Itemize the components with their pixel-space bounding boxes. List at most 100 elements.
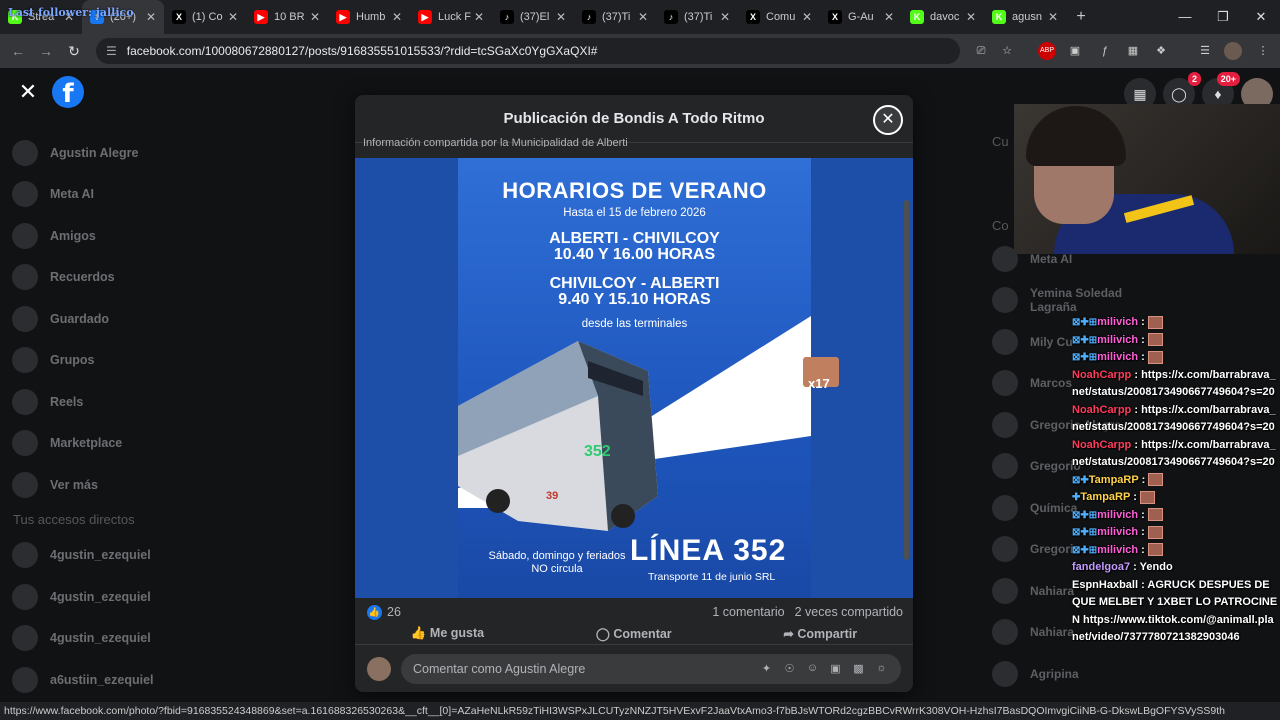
avatar bbox=[992, 370, 1018, 397]
comment-composer: Comentar como Agustin Alegre ✦ ☉ ☺ ▣ ▩ ☼ bbox=[355, 644, 913, 692]
tab-close-icon[interactable]: ✕ bbox=[718, 10, 732, 24]
tab-close-icon[interactable]: ✕ bbox=[636, 10, 650, 24]
sidebar-item[interactable]: Guardado bbox=[12, 298, 312, 340]
sidebar-item[interactable]: Recuerdos bbox=[12, 257, 312, 299]
contact-item[interactable]: Agripina bbox=[992, 653, 1162, 695]
bookmark-star-icon[interactable]: ☆ bbox=[998, 42, 1016, 60]
sidebar-item[interactable]: Meta AI bbox=[12, 174, 312, 216]
chat-text: : bbox=[1141, 333, 1145, 346]
facebook-logo[interactable]: f bbox=[52, 76, 84, 109]
browser-tab[interactable]: ♪ (37)Ti ✕ bbox=[656, 0, 738, 34]
site-info-icon[interactable]: ☰ bbox=[106, 44, 117, 58]
tab-close-icon[interactable]: ✕ bbox=[964, 10, 978, 24]
reaction-count[interactable]: 26 bbox=[387, 605, 401, 619]
chat-emote-icon bbox=[1147, 543, 1163, 557]
adblock-icon[interactable]: ABP bbox=[1038, 42, 1056, 60]
sidebar-item-icon bbox=[12, 139, 38, 166]
avatar bbox=[992, 328, 1018, 355]
avatar bbox=[12, 625, 38, 652]
chat-message: ⊠✚⊞milivich : bbox=[1072, 349, 1280, 367]
forward-button[interactable]: → bbox=[32, 43, 60, 59]
comment-input[interactable]: Comentar como Agustin Alegre ✦ ☉ ☺ ▣ ▩ ☼ bbox=[401, 653, 901, 684]
install-icon[interactable]: ⎚ bbox=[972, 42, 990, 60]
contact-name: Mily Cu bbox=[1030, 334, 1073, 349]
sticker-icon[interactable]: ☼ bbox=[870, 662, 893, 675]
shortcut-item[interactable]: 4gustin_ezequiel bbox=[12, 535, 312, 577]
sidebar-item-icon bbox=[12, 347, 38, 374]
close-window-button[interactable]: ✕ bbox=[1242, 0, 1280, 34]
tab-label: (37)Ti bbox=[684, 11, 713, 23]
browser-tab[interactable]: ▶ Humb ✕ bbox=[328, 0, 410, 34]
comment-button[interactable]: ◯ Comentar bbox=[596, 626, 672, 642]
browser-tab[interactable]: ♪ (37)El ✕ bbox=[492, 0, 574, 34]
share-button[interactable]: ➦ Compartir bbox=[783, 626, 857, 642]
address-bar[interactable]: ☰ facebook.com/100080672880127/posts/916… bbox=[96, 38, 960, 64]
close-icon[interactable]: ✕ bbox=[14, 78, 42, 106]
gif-icon[interactable]: ▩ bbox=[847, 662, 870, 675]
emoji-icon[interactable]: ☺ bbox=[801, 662, 824, 675]
extension-icon[interactable]: ƒ bbox=[1096, 42, 1114, 60]
tab-close-icon[interactable]: ✕ bbox=[882, 10, 896, 24]
tiktok-icon: ♪ bbox=[664, 10, 678, 24]
modal-scrollbar[interactable] bbox=[904, 200, 909, 560]
chat-text: : bbox=[1141, 316, 1145, 328]
tab-close-icon[interactable]: ✕ bbox=[144, 10, 158, 24]
tab-close-icon[interactable]: ✕ bbox=[390, 10, 404, 24]
sidebar-item[interactable]: Amigos bbox=[12, 215, 312, 257]
extension-icon[interactable]: ▣ bbox=[1066, 42, 1084, 60]
shortcut-item[interactable]: 4gustin_ezequiel bbox=[12, 618, 312, 660]
media-control-icon[interactable]: ☰ bbox=[1196, 42, 1214, 60]
browser-tab[interactable]: ▶ 10 BR ✕ bbox=[246, 0, 328, 34]
shortcut-item[interactable]: 4gustin_ezequiel bbox=[12, 576, 312, 618]
sidebar-item[interactable]: Reels bbox=[12, 381, 312, 423]
browser-tab[interactable]: X Comu ✕ bbox=[738, 0, 820, 34]
browser-tab[interactable]: X G-Au ✕ bbox=[820, 0, 902, 34]
camera-effects-icon[interactable]: ☉ bbox=[778, 662, 801, 675]
tab-close-icon[interactable]: ✕ bbox=[472, 10, 486, 24]
back-button[interactable]: ← bbox=[4, 43, 32, 59]
browser-tab[interactable]: Kdavoc ✕ bbox=[902, 0, 984, 34]
share-count[interactable]: 2 veces compartido bbox=[795, 605, 903, 619]
contact-name: Nahiara bbox=[1030, 625, 1075, 640]
chat-message: NoahCarpp : https://x.com/barrabrava_net… bbox=[1072, 402, 1280, 437]
chat-badge-icons: ⊠✚⊞ bbox=[1072, 334, 1098, 346]
chat-message: ⊠✚⊞milivich : bbox=[1072, 524, 1280, 542]
browser-tab[interactable]: ▶ Luck F ✕ bbox=[410, 0, 492, 34]
kick-icon: K bbox=[910, 10, 924, 24]
tab-close-icon[interactable]: ✕ bbox=[1046, 10, 1060, 24]
tab-label: Comu bbox=[766, 11, 796, 23]
browser-tab[interactable]: Kagusn ✕ bbox=[984, 0, 1066, 34]
tab-close-icon[interactable]: ✕ bbox=[308, 10, 322, 24]
reload-button[interactable]: ↻ bbox=[60, 43, 88, 60]
chat-username: milivich bbox=[1097, 508, 1139, 521]
extension-icon[interactable]: ▦ bbox=[1124, 42, 1142, 60]
chat-emote-icon bbox=[1147, 525, 1163, 539]
minimize-button[interactable]: — bbox=[1166, 0, 1204, 34]
tab-close-icon[interactable]: ✕ bbox=[800, 10, 814, 24]
sidebar-item[interactable]: Grupos bbox=[12, 340, 312, 382]
browser-toolbar: ← → ↻ ☰ facebook.com/100080672880127/pos… bbox=[0, 34, 1280, 68]
new-tab-button[interactable]: + bbox=[1066, 8, 1096, 26]
browser-tab[interactable]: X (1) Co ✕ bbox=[164, 0, 246, 34]
extensions-puzzle-icon[interactable]: ❖ bbox=[1152, 42, 1170, 60]
tab-close-icon[interactable]: ✕ bbox=[226, 10, 240, 24]
sidebar-item-label: Marketplace bbox=[50, 436, 123, 451]
modal-close-button[interactable]: ✕ bbox=[873, 105, 903, 135]
profile-avatar-icon[interactable] bbox=[1224, 42, 1242, 60]
sidebar-item-icon bbox=[12, 222, 38, 249]
sidebar-item[interactable]: Agustin Alegre bbox=[12, 132, 312, 174]
browser-tab[interactable]: ♪ (37)Ti ✕ bbox=[574, 0, 656, 34]
like-button[interactable]: 👍 Me gusta bbox=[411, 626, 484, 642]
shortcut-label: 4gustin_ezequiel bbox=[50, 631, 151, 646]
browser-menu-icon[interactable]: ⋮ bbox=[1254, 42, 1272, 60]
shortcut-item[interactable]: a6ustiin_ezequiel bbox=[12, 659, 312, 701]
comment-count[interactable]: 1 comentario bbox=[712, 605, 784, 619]
tab-close-icon[interactable]: ✕ bbox=[554, 10, 568, 24]
sidebar-item[interactable]: Marketplace bbox=[12, 423, 312, 465]
restore-button[interactable]: ❐ bbox=[1204, 0, 1242, 34]
stream-chat-overlay: ⊠✚⊞milivich : ⊠✚⊞milivich : ⊠✚⊞milivich … bbox=[1072, 314, 1280, 647]
poster-line: LÍNEA 352 bbox=[630, 534, 787, 567]
sidebar-item[interactable]: Ver más bbox=[12, 464, 312, 506]
camera-icon[interactable]: ▣ bbox=[824, 662, 847, 675]
avatar-sticker-icon[interactable]: ✦ bbox=[755, 662, 778, 675]
